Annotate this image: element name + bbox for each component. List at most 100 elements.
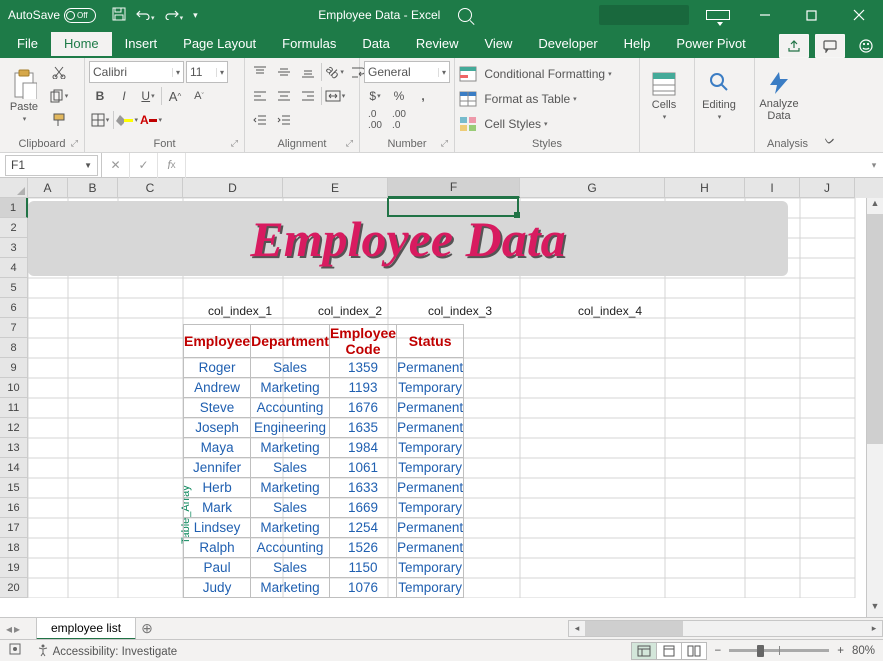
- table-cell[interactable]: Permanent: [397, 358, 464, 378]
- increase-indent-button[interactable]: [273, 109, 295, 131]
- cells-area[interactable]: Employee Data col_index_1col_index_2col_…: [28, 198, 883, 598]
- table-cell[interactable]: Accounting: [251, 538, 330, 558]
- zoom-slider[interactable]: [729, 649, 829, 652]
- table-cell[interactable]: Marketing: [251, 438, 330, 458]
- table-cell[interactable]: Mark: [184, 498, 251, 518]
- table-cell[interactable]: 1526: [329, 538, 396, 558]
- table-cell[interactable]: 1150: [329, 558, 396, 578]
- column-header[interactable]: B: [68, 178, 118, 198]
- column-header[interactable]: J: [800, 178, 855, 198]
- table-cell[interactable]: Ralph: [184, 538, 251, 558]
- save-icon[interactable]: [112, 7, 126, 24]
- table-cell[interactable]: Permanent: [397, 418, 464, 438]
- table-cell[interactable]: Sales: [251, 358, 330, 378]
- table-cell[interactable]: Temporary: [397, 458, 464, 478]
- table-cell[interactable]: Sales: [251, 558, 330, 578]
- table-cell[interactable]: Temporary: [397, 578, 464, 598]
- tab-formulas[interactable]: Formulas: [269, 32, 349, 58]
- undo-icon[interactable]: ▾: [136, 8, 155, 23]
- font-color-button[interactable]: A▾: [140, 109, 162, 131]
- accessibility-status[interactable]: Accessibility: Investigate: [36, 643, 177, 658]
- table-cell[interactable]: 1669: [329, 498, 396, 518]
- accounting-format-button[interactable]: $▾: [364, 85, 386, 107]
- increase-font-button[interactable]: A^: [164, 85, 186, 107]
- normal-view-button[interactable]: [631, 642, 657, 660]
- format-painter-button[interactable]: [48, 109, 70, 131]
- table-cell[interactable]: Temporary: [397, 498, 464, 518]
- sheet-nav-buttons[interactable]: ◂▸: [0, 622, 36, 636]
- table-cell[interactable]: 1076: [329, 578, 396, 598]
- cancel-button[interactable]: ✕: [102, 153, 130, 178]
- row-header[interactable]: 2: [0, 218, 28, 238]
- row-header[interactable]: 11: [0, 398, 28, 418]
- column-header[interactable]: G: [520, 178, 665, 198]
- underline-button[interactable]: U▾: [137, 85, 159, 107]
- row-header[interactable]: 6: [0, 298, 28, 318]
- cell-styles-button[interactable]: Cell Styles▾: [459, 113, 612, 135]
- bold-button[interactable]: B: [89, 85, 111, 107]
- tab-power-pivot[interactable]: Power Pivot: [663, 32, 758, 58]
- percent-button[interactable]: %: [388, 85, 410, 107]
- select-all-button[interactable]: [0, 178, 28, 198]
- column-header[interactable]: A: [28, 178, 68, 198]
- ribbon-display-options[interactable]: [695, 0, 740, 30]
- table-cell[interactable]: Judy: [184, 578, 251, 598]
- table-cell[interactable]: Temporary: [397, 378, 464, 398]
- row-header[interactable]: 3: [0, 238, 28, 258]
- row-header[interactable]: 4: [0, 258, 28, 278]
- column-header[interactable]: I: [745, 178, 800, 198]
- row-header[interactable]: 1: [0, 198, 28, 218]
- close-button[interactable]: [836, 0, 881, 30]
- fill-color-button[interactable]: ▾: [116, 109, 138, 131]
- zoom-out-button[interactable]: −: [715, 645, 722, 657]
- enter-button[interactable]: ✓: [130, 153, 158, 178]
- editing-button[interactable]: Editing▾: [699, 61, 739, 131]
- align-bottom-button[interactable]: [297, 61, 319, 83]
- maximize-button[interactable]: [789, 0, 834, 30]
- table-cell[interactable]: Temporary: [397, 438, 464, 458]
- row-header[interactable]: 18: [0, 538, 28, 558]
- table-cell[interactable]: 1676: [329, 398, 396, 418]
- orientation-button[interactable]: ab▾: [324, 61, 346, 83]
- dialog-launcher-icon[interactable]: ⤢: [346, 138, 353, 149]
- analyze-data-button[interactable]: Analyze Data: [759, 61, 799, 131]
- name-box[interactable]: F1▼: [5, 155, 98, 176]
- tab-page-layout[interactable]: Page Layout: [170, 32, 269, 58]
- table-cell[interactable]: Sales: [251, 458, 330, 478]
- redo-icon[interactable]: ▾: [165, 8, 184, 23]
- tab-view[interactable]: View: [471, 32, 525, 58]
- align-right-button[interactable]: [297, 85, 319, 107]
- column-header[interactable]: E: [283, 178, 388, 198]
- tab-review[interactable]: Review: [403, 32, 472, 58]
- tab-home[interactable]: Home: [51, 32, 112, 58]
- table-cell[interactable]: Marketing: [251, 378, 330, 398]
- table-cell[interactable]: 1359: [329, 358, 396, 378]
- dialog-launcher-icon[interactable]: ⤢: [231, 138, 238, 149]
- decrease-indent-button[interactable]: [249, 109, 271, 131]
- paste-button[interactable]: Paste▾: [4, 61, 44, 131]
- table-cell[interactable]: Permanent: [397, 398, 464, 418]
- table-cell[interactable]: Herb: [184, 478, 251, 498]
- table-cell[interactable]: Joseph: [184, 418, 251, 438]
- dialog-launcher-icon[interactable]: ⤢: [441, 138, 448, 149]
- page-break-view-button[interactable]: [681, 642, 707, 660]
- table-cell[interactable]: Roger: [184, 358, 251, 378]
- table-cell[interactable]: Jennifer: [184, 458, 251, 478]
- row-header[interactable]: 12: [0, 418, 28, 438]
- table-cell[interactable]: Marketing: [251, 578, 330, 598]
- table-cell[interactable]: Maya: [184, 438, 251, 458]
- table-cell[interactable]: Permanent: [397, 538, 464, 558]
- row-header[interactable]: 8: [0, 338, 28, 358]
- table-cell[interactable]: Lindsey: [184, 518, 251, 538]
- align-top-button[interactable]: [249, 61, 271, 83]
- column-header[interactable]: H: [665, 178, 745, 198]
- horizontal-scrollbar[interactable]: ◂▸: [568, 620, 883, 637]
- font-name-combo[interactable]: Calibri▾: [89, 61, 184, 83]
- decrease-decimal-button[interactable]: .00.0: [388, 109, 410, 131]
- comments-button[interactable]: [815, 34, 845, 58]
- zoom-in-button[interactable]: +: [837, 645, 844, 657]
- autosave-toggle[interactable]: AutoSave Off: [0, 8, 104, 23]
- table-cell[interactable]: Temporary: [397, 558, 464, 578]
- record-macro-icon[interactable]: [8, 642, 22, 659]
- decrease-font-button[interactable]: Aˇ: [188, 85, 210, 107]
